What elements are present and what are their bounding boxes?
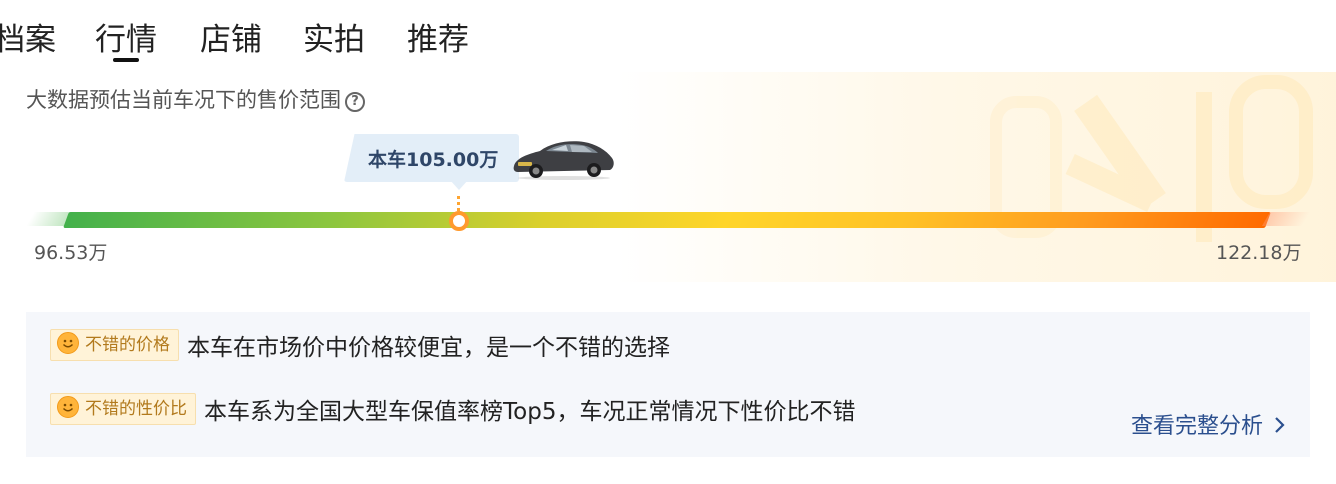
price-range-bar — [63, 212, 1271, 228]
view-full-analysis-link[interactable]: 查看完整分析 — [1131, 408, 1286, 440]
tab-recommend[interactable]: 推荐 — [407, 14, 469, 59]
bubble-pointer — [450, 180, 468, 190]
range-bar-right-fade — [1261, 212, 1311, 226]
max-price-label: 122.18万 — [1216, 242, 1302, 264]
price-range-panel: 大数据预估当前车况下的售价范围? — [26, 72, 1336, 282]
price-range-title: 大数据预估当前车况下的售价范围? — [26, 84, 365, 114]
tab-bar: 档案 行情 店铺 实拍 推荐 — [0, 0, 1336, 64]
evaluation-row: 不错的价格 本车在市场价中价格较便宜，是一个不错的选择 — [50, 328, 670, 362]
chevron-right-icon — [1275, 417, 1285, 433]
tab-photos[interactable]: 实拍 — [303, 14, 365, 59]
car-image — [513, 141, 614, 180]
evaluation-text: 本车系为全国大型车保值率榜Top5，车况正常情况下性价比不错 — [204, 399, 856, 425]
tab-market[interactable]: 行情 — [95, 14, 157, 62]
tab-store[interactable]: 店铺 — [200, 14, 262, 59]
evaluation-row: 不错的性价比 本车系为全国大型车保值率榜Top5，车况正常情况下性价比不错 — [50, 392, 855, 426]
evaluation-box: 不错的价格 本车在市场价中价格较便宜，是一个不错的选择 不错的性价比 本车系为全… — [26, 312, 1310, 457]
min-price-label: 96.53万 — [34, 242, 108, 264]
value-tag-badge: 不错的性价比 — [50, 393, 196, 425]
evaluation-text: 本车在市场价中价格较便宜，是一个不错的选择 — [187, 335, 670, 361]
smile-icon — [57, 332, 79, 354]
current-price-marker — [449, 211, 469, 231]
tab-archive[interactable]: 档案 — [0, 14, 56, 59]
view-full-analysis-label: 查看完整分析 — [1130, 414, 1263, 439]
smile-icon — [57, 396, 79, 418]
help-circle-icon[interactable]: ? — [345, 92, 365, 112]
price-tag-badge: 不错的价格 — [50, 329, 179, 361]
price-range-title-text: 大数据预估当前车况下的售价范围 — [26, 88, 341, 112]
current-price-label: 本车105.00万 — [368, 149, 499, 171]
badge-label: 不错的性价比 — [85, 399, 187, 419]
badge-label: 不错的价格 — [85, 335, 170, 355]
